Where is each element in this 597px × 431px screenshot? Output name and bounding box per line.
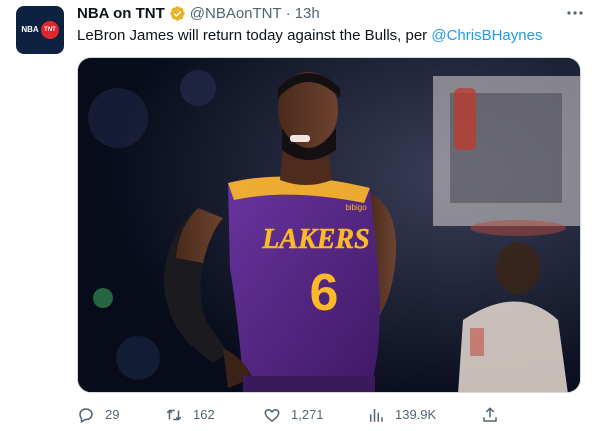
separator-dot: · [285,4,291,22]
reply-icon [79,408,93,424]
tweet-image[interactable]: LAKERS 6 bibigo [77,57,581,393]
reply-button[interactable]: 29 [77,404,119,426]
tweet-body-text: LeBron James will return today against t… [77,27,432,44]
tweet-card[interactable]: NBA TNT NBA on TNT @NBAonTNT · 13h LeBro… [0,0,597,431]
share-icon [483,407,497,422]
like-button[interactable]: 1,271 [263,404,324,426]
retweet-button[interactable]: 162 [165,404,215,426]
jersey-number-text: 6 [310,264,339,322]
retweet-icon [166,409,182,421]
more-options-icon[interactable] [565,4,585,22]
action-bar: 29 162 1,271 139.9K [77,404,517,426]
views-button[interactable]: 139.9K [367,404,436,426]
jersey-sponsor-text: bibigo [345,203,367,212]
share-button[interactable] [481,404,509,426]
display-name[interactable]: NBA on TNT [77,5,165,22]
more-options-icon-glyph [567,11,583,15]
jersey-team-text: LAKERS [261,224,369,255]
reply-count: 29 [105,407,120,422]
verified-badge-icon [170,5,185,21]
retweet-count: 162 [193,407,215,422]
tweet-text: LeBron James will return today against t… [77,26,542,46]
tweet-header: NBA on TNT @NBAonTNT · 13h [77,4,320,22]
mention-link[interactable]: @ChrisBHaynes [431,27,542,44]
timestamp[interactable]: 13h [295,5,320,22]
avatar[interactable]: NBA TNT [16,6,64,54]
heart-icon [264,408,280,422]
like-count: 1,271 [291,407,324,422]
user-handle[interactable]: @NBAonTNT [190,5,282,22]
avatar-tnt-logo: TNT [41,21,59,39]
views-count: 139.9K [395,407,437,422]
avatar-nba-logo: NBA [21,25,39,34]
lebron-photo: LAKERS 6 bibigo [78,58,580,392]
views-icon [370,409,383,422]
